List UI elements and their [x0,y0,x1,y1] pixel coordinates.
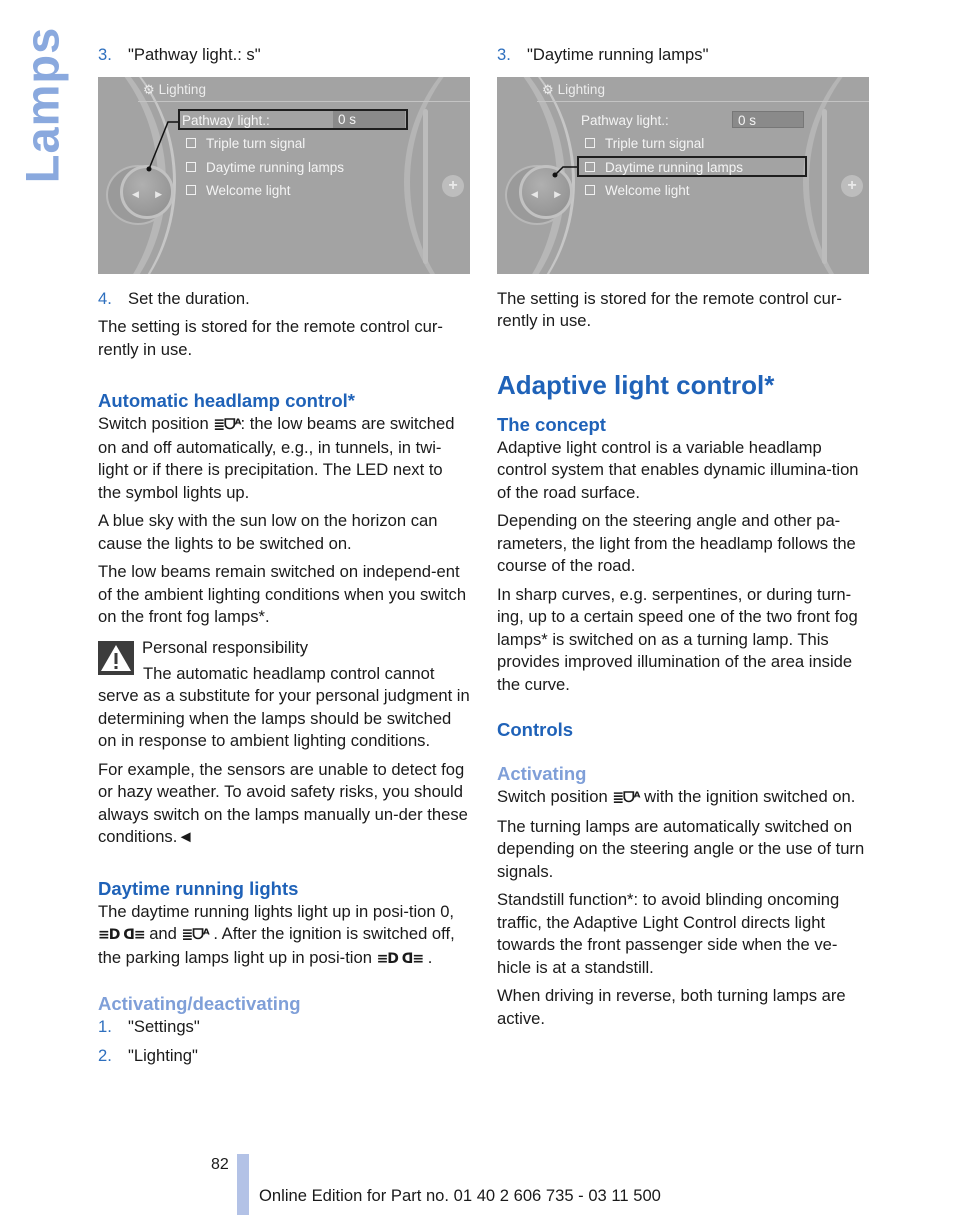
auto-headlamp-p4: For example, the sensors are unable to d… [98,759,468,847]
heading-daytime-running-lights: Daytime running lights [98,877,299,899]
concept-p3: In sharp curves, e.g. serpentines, or du… [497,584,858,694]
warning-title: Personal responsibility [142,637,309,657]
plus-icon: + [841,174,863,197]
heading-activating-deactivating: Activating/deactivating [98,993,301,1014]
step-3-left: 3. "Pathway light.: s" [98,44,470,67]
footer-edition: Online Edition for Part no. 01 40 2 606 … [259,1186,661,1205]
concept-p2: Depending on the steering angle and othe… [497,511,856,575]
heading-the-concept: The concept [497,413,606,435]
auto-headlamp-p3: The low beams remain switched on indepen… [98,562,467,626]
right-column: 3. "Daytime running lamps" ⚙ Lighting 0 s… [497,44,869,1036]
stored-note: The setting is stored for the remote con… [497,288,842,331]
page-number: 82 [211,1156,229,1173]
plus-icon: + [442,174,464,197]
section-tab-label: Lamps [15,26,69,184]
activating-p4: When driving in reverse, both turning la… [497,986,846,1028]
daytime-paragraph: The daytime running lights light up in p… [98,901,455,967]
auto-headlamp-p1: Switch position ≣ᗜᴬ: the low beams are s… [98,414,455,502]
heading-adaptive-light-control: Adaptive light control* [497,369,775,400]
activating-p3: Standstill function*: to avoid blinding … [497,890,840,977]
activating-p1: Switch position ≣ᗜᴬ with the ignition sw… [497,787,856,806]
step-2: 2. "Lighting" [98,1045,198,1065]
auto-headlamp-p2: A blue sky with the sun low on the horiz… [98,511,438,553]
activating-p2: The turning lamps are automatically swit… [497,816,865,881]
stored-note: The setting is stored for the remote con… [98,317,443,359]
step-text: "Pathway light.: s" [128,45,261,64]
parking-lamps-icon: ≡D ᗡ≡ [98,927,146,943]
parking-lamps-icon: ≡D ᗡ≡ [376,950,425,967]
idrive-screen-pathway: ⚙ Lighting 0 s Pathway light.: Triple tur… [98,76,470,274]
callout-line [552,165,577,177]
step-number: 3. [98,45,112,64]
section-tab: Lamps [16,27,69,184]
footer-accent-bar [237,1154,249,1215]
step-1: 1. "Settings" [98,1017,200,1036]
step-3-right: 3. "Daytime running lamps" [497,45,709,64]
idrive-screen-daytime: ⚙ Lighting 0 s Pathway light.: Triple tur… [497,76,869,274]
warning-triangle-icon [98,640,134,675]
left-column: 3. "Pathway light.: s" ⚙ Lighting 0 s Pat… [98,44,470,1073]
heading-activating: Activating [497,763,587,784]
auto-headlight-icon: ≣ᗜᴬ [612,790,640,806]
callout-line [146,120,178,171]
warning-text: The automatic headlamp control cannot se… [98,663,470,751]
heading-controls: Controls [497,719,574,740]
auto-headlight-icon: ≣ᗜᴬ [213,417,241,433]
heading-automatic-headlamp: Automatic headlamp control* [98,390,355,411]
auto-headlight-icon: ≣ᗜᴬ [181,927,210,943]
step-4: 4. Set the duration. [98,288,250,308]
concept-p1: Adaptive light control is a variable hea… [497,437,859,502]
